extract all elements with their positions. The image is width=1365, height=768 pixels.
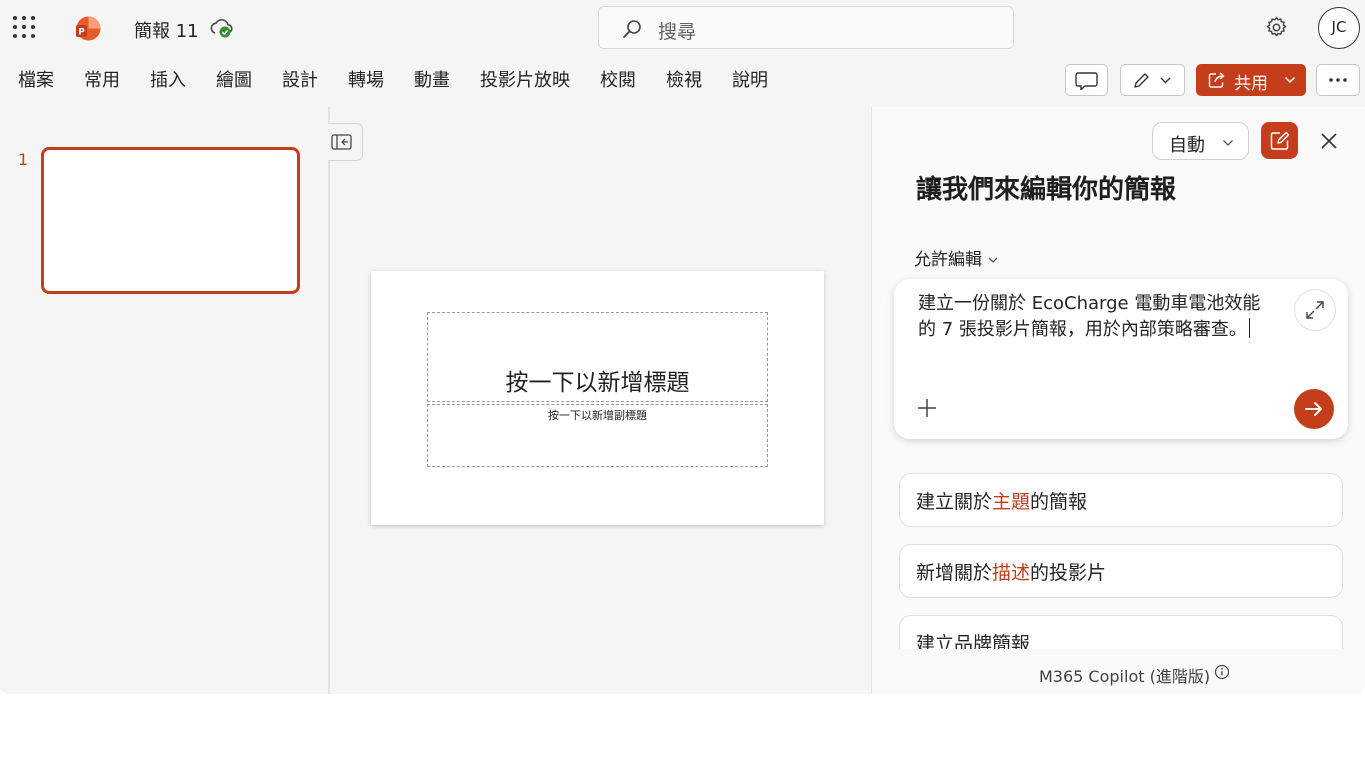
tab-help[interactable]: 說明	[732, 68, 768, 94]
tab-design[interactable]: 設計	[282, 68, 318, 94]
tab-file[interactable]: 檔案	[18, 68, 54, 94]
tab-transitions[interactable]: 轉場	[348, 68, 384, 94]
collapse-pane-button[interactable]	[328, 123, 363, 161]
powerpoint-window: P 簡報 11 搜尋 JC 檔案 常用 插入 繪圖 設計 轉場 動畫 投影片放映	[0, 0, 1365, 694]
prompt-input[interactable]: 建立一份關於 EcoCharge 電動車電池效能的 7 張投影片簡報，用於內部策…	[894, 279, 1348, 439]
search-input[interactable]: 搜尋	[598, 6, 1014, 49]
gear-icon[interactable]	[1264, 15, 1289, 40]
tab-home[interactable]: 常用	[84, 68, 120, 94]
new-chat-icon	[1270, 131, 1290, 150]
search-placeholder: 搜尋	[658, 21, 697, 43]
waffle-icon[interactable]	[13, 16, 35, 38]
suggestion-text: 建立關於	[916, 491, 993, 513]
mode-label: 自動	[1169, 135, 1205, 156]
share-button[interactable]: 共用	[1196, 64, 1306, 96]
tab-view[interactable]: 檢視	[666, 68, 702, 94]
copilot-heading: 讓我們來編輯你的簡報	[916, 175, 1177, 205]
chevron-down-icon	[988, 257, 998, 263]
suggestion-highlight: 主題	[992, 491, 1031, 513]
suggestion-create-topic[interactable]: 建立關於主題的簡報	[899, 473, 1343, 527]
svg-text:P: P	[78, 28, 85, 38]
tab-slideshow[interactable]: 投影片放映	[480, 68, 570, 94]
suggestion-text: 的投影片	[1030, 562, 1107, 584]
subtitle-placeholder-text: 按一下以新增副標題	[548, 409, 647, 422]
subtitle-placeholder[interactable]: 按一下以新增副標題	[427, 404, 768, 467]
title-placeholder-text: 按一下以新增標題	[505, 370, 690, 396]
comment-icon	[1075, 72, 1098, 91]
copilot-pane: 自動 讓我們來編輯你的簡報 允許編輯 建立一份關於 EcoCharge 電動車電…	[871, 107, 1365, 694]
mode-dropdown[interactable]: 自動	[1152, 122, 1249, 160]
info-icon[interactable]	[1213, 663, 1231, 681]
slide-canvas: 按一下以新增標題 按一下以新增副標題	[371, 271, 824, 525]
slide-number: 1	[18, 150, 29, 169]
prompt-text: 建立一份關於 EcoCharge 電動車電池效能的 7 張投影片簡報，用於內部策…	[918, 293, 1261, 340]
share-icon	[1208, 72, 1225, 88]
editing-mode-button[interactable]	[1120, 64, 1185, 96]
pencil-icon	[1134, 73, 1171, 88]
tab-review[interactable]: 校閱	[600, 68, 636, 94]
suggestion-text: 新增關於	[916, 562, 993, 584]
tab-animations[interactable]: 動畫	[414, 68, 450, 94]
close-icon[interactable]	[1317, 129, 1341, 153]
expand-button[interactable]	[1294, 289, 1336, 331]
chevron-down-icon	[1223, 140, 1233, 146]
avatar[interactable]: JC	[1318, 7, 1360, 49]
title-placeholder[interactable]: 按一下以新增標題	[427, 312, 768, 402]
share-label: 共用	[1234, 74, 1268, 94]
copilot-version-label: M365 Copilot (進階版)	[1039, 667, 1211, 686]
suggestion-add-slide[interactable]: 新增關於描述的投影片	[899, 544, 1343, 598]
suggestion-highlight: 描述	[992, 562, 1031, 584]
allow-edit-dropdown[interactable]: 允許編輯	[914, 245, 1000, 270]
allow-edit-label: 允許編輯	[914, 250, 982, 270]
pane-divider	[328, 107, 330, 694]
more-options-button[interactable]	[1316, 64, 1360, 96]
more-icon	[1329, 78, 1347, 82]
send-button[interactable]	[1294, 389, 1334, 429]
prompt-text-area[interactable]: 建立一份關於 EcoCharge 電動車電池效能的 7 張投影片簡報，用於內部策…	[918, 291, 1278, 343]
suggestion-text: 的簡報	[1030, 491, 1088, 513]
new-chat-button[interactable]	[1261, 122, 1298, 159]
text-cursor	[1248, 318, 1251, 338]
send-arrow-icon	[1305, 402, 1322, 416]
search-icon	[623, 20, 641, 38]
cloud-sync-icon[interactable]	[209, 16, 235, 40]
plus-icon[interactable]	[916, 397, 938, 419]
expand-icon	[1306, 301, 1324, 319]
powerpoint-logo-icon[interactable]: P	[74, 15, 101, 42]
title-bar: P 簡報 11 搜尋 JC	[0, 0, 1365, 56]
ribbon-tabs: 檔案 常用 插入 繪圖 設計 轉場 動畫 投影片放映 校閱 檢視 說明	[18, 68, 798, 94]
chevron-down-icon	[1284, 76, 1296, 84]
tab-draw[interactable]: 繪圖	[216, 68, 252, 94]
comments-button[interactable]	[1065, 64, 1108, 96]
document-title[interactable]: 簡報 11	[134, 17, 199, 43]
tab-insert[interactable]: 插入	[150, 68, 186, 94]
slide-thumbnail[interactable]	[41, 147, 300, 294]
collapse-pane-icon	[331, 134, 352, 150]
